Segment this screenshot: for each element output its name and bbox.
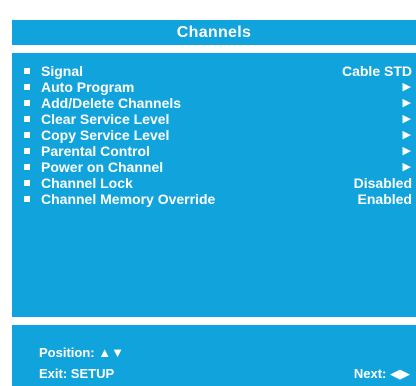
channel-lock-value: Disabled: [353, 175, 412, 191]
square-bullet-icon: [24, 116, 30, 122]
square-bullet-icon: [24, 84, 30, 90]
menu-title-bar: Channels: [12, 20, 416, 45]
submenu-arrow-icon: ▶: [402, 129, 411, 141]
channel-memory-override-value: Enabled: [357, 191, 412, 207]
menu-item-channel-memory-override[interactable]: Channel Memory Override Enabled: [12, 191, 416, 207]
exit-hint: Exit: SETUP: [39, 366, 115, 381]
menu-item-label: Power on Channel: [41, 159, 164, 175]
menu-item-label: Auto Program: [41, 79, 135, 95]
menu-item-clear-service-level[interactable]: Clear Service Level ▶: [12, 111, 416, 127]
menu-item-label: Copy Service Level: [41, 127, 170, 143]
navigation-hint-panel: Position: ▲▼ Exit: SETUP Next: ◀▶: [12, 325, 416, 386]
channels-menu-list: Signal Cable STD Auto Program ▶ Add/Dele…: [12, 63, 416, 207]
menu-item-label: Parental Control: [41, 143, 150, 159]
square-bullet-icon: [24, 68, 30, 74]
menu-item-label: Add/Delete Channels: [41, 95, 182, 111]
channels-osd-screen: Channels Signal Cable STD Auto Program ▶…: [0, 0, 416, 386]
menu-title: Channels: [176, 23, 252, 41]
menu-item-parental-control[interactable]: Parental Control ▶: [12, 143, 416, 159]
channels-menu-panel: Signal Cable STD Auto Program ▶ Add/Dele…: [12, 53, 416, 317]
square-bullet-icon: [24, 148, 30, 154]
menu-item-power-on-channel[interactable]: Power on Channel ▶: [12, 159, 416, 175]
square-bullet-icon: [24, 100, 30, 106]
menu-item-add-delete-channels[interactable]: Add/Delete Channels ▶: [12, 95, 416, 111]
square-bullet-icon: [24, 132, 30, 138]
square-bullet-icon: [24, 164, 30, 170]
menu-item-label: Channel Memory Override: [41, 191, 216, 207]
signal-value: Cable STD: [341, 63, 412, 79]
submenu-arrow-icon: ▶: [402, 81, 411, 93]
menu-item-label: Clear Service Level: [41, 111, 170, 127]
square-bullet-icon: [24, 180, 30, 186]
next-hint: Next: ◀▶: [353, 366, 410, 381]
menu-item-copy-service-level[interactable]: Copy Service Level ▶: [12, 127, 416, 143]
submenu-arrow-icon: ▶: [402, 97, 411, 109]
square-bullet-icon: [24, 196, 30, 202]
submenu-arrow-icon: ▶: [402, 161, 411, 173]
menu-item-signal[interactable]: Signal Cable STD: [12, 63, 416, 79]
menu-item-auto-program[interactable]: Auto Program ▶: [12, 79, 416, 95]
submenu-arrow-icon: ▶: [402, 145, 411, 157]
menu-item-label: Channel Lock: [41, 175, 133, 191]
position-hint: Position: ▲▼: [39, 345, 124, 360]
menu-item-label: Signal: [41, 63, 84, 79]
menu-item-channel-lock[interactable]: Channel Lock Disabled: [12, 175, 416, 191]
submenu-arrow-icon: ▶: [402, 113, 411, 125]
